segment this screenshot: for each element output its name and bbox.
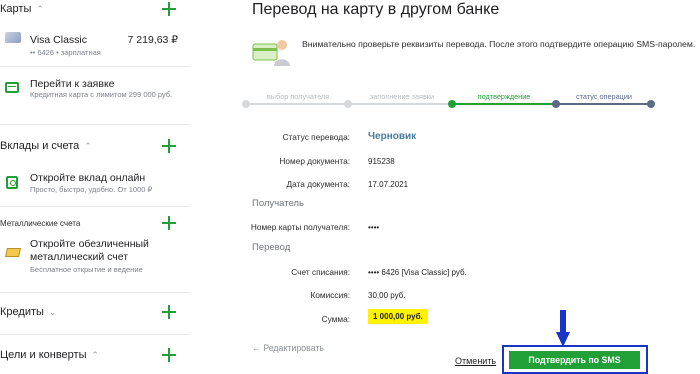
card-name: Visa Classic [30,34,87,46]
credit-card-icon [5,82,19,93]
confirm-sms-button[interactable]: Подтвердить по SMS [509,351,640,369]
fee-label: Комиссия: [310,290,350,300]
confirm-annotation-frame: Подтвердить по SMS [502,345,648,374]
apply-subtitle: Кредитная карта с лимитом 299 000 руб. [30,90,173,99]
chevron-up-icon: ⌃ [36,3,44,14]
step-label-3: подтверждение [477,92,531,101]
divider [0,292,190,293]
step-dot [242,100,250,108]
gold-bar-icon [5,248,21,257]
recipient-section-title: Получатель [252,198,304,209]
add-deposit-plus-icon[interactable] [162,139,176,153]
cancel-link[interactable]: Отменить [455,356,496,366]
credits-title: Кредиты [0,306,44,318]
main-panel: Перевод на карту в другом банке Внимател… [190,0,700,374]
doc-date-value: 17.07.2021 [368,180,409,189]
transfer-section-title: Перевод [252,242,291,253]
step-line-current [452,103,556,105]
open-deposit-item[interactable]: Откройте вклад онлайн Просто, быстро, уд… [0,166,190,200]
card-balance: 7 219,63 ₽ [127,34,178,46]
fee-value: 30,00 руб. [368,291,406,300]
add-card-plus-icon[interactable] [162,2,176,16]
debit-account-value: •••• 6426 [Visa Classic] руб. [368,268,467,277]
card-number-label: Номер карты получателя: [250,222,350,232]
page-title: Перевод на карту в другом банке [252,1,500,18]
step-line-next [556,103,652,105]
deposit-icon [6,176,18,189]
add-goal-plus-icon[interactable] [162,348,176,362]
divider [0,124,190,125]
step-label-1: выбор получателя [266,92,330,101]
step-dot [344,100,352,108]
deposit-subtitle: Просто, быстро, удобно. От 1000 ₽ [30,185,153,194]
card-item-visa-classic[interactable]: Visa Classic •• 6426 • зарплатная 7 219,… [0,26,190,62]
step-label-2: заполнение заявки [369,92,435,101]
sum-value: 1 000,00 руб. [368,309,428,324]
sidebar: Карты ⌃ Visa Classic •• 6426 • зарплатна… [0,0,190,374]
doc-date-label: Дата документа: [286,179,350,189]
chevron-up-icon: ⌃ [84,140,92,151]
verification-notice: Внимательно проверьте реквизиты перевода… [302,39,696,49]
step-dot [552,100,560,108]
divider [0,66,190,67]
deposits-title: Вклады и счета [0,140,80,152]
step-dot-active [448,100,456,108]
annotation-arrow-down-icon [556,310,570,347]
doc-number-value: 915238 [368,157,395,166]
metal-title-line1: Откройте обезличенный [30,238,149,250]
cards-title: Карты [0,3,32,15]
progress-steps: выбор получателя заполнение заявки подтв… [242,92,655,112]
chevron-down-icon: ⌄ [48,306,57,317]
card-transfer-illustration [252,40,290,66]
status-value[interactable]: Черновик [368,131,416,142]
sum-label: Сумма: [321,314,350,324]
status-label: Статус перевода: [282,132,350,142]
open-metal-account-item[interactable]: Откройте обезличенный металлический счет… [0,236,190,280]
card-number-value: •••• [368,223,380,232]
divider [0,206,190,207]
debit-account-label: Счет списания: [291,267,350,277]
step-dot [647,100,655,108]
metal-subtitle: Бесплатное открытие и ведение [30,265,143,274]
goals-title: Цели и конверты [0,349,87,361]
metal-title-line2: металлический счет [30,251,129,263]
divider [0,334,190,335]
deposit-title: Откройте вклад онлайн [30,172,146,184]
chevron-up-icon: ⌃ [91,349,100,360]
add-credit-plus-icon[interactable] [162,305,176,319]
card-icon [5,32,21,43]
doc-number-label: Номер документа: [279,156,350,166]
metals-title: Металлические счета [0,218,81,228]
add-metal-account-plus-icon[interactable] [162,216,176,230]
edit-link[interactable]: ← Редактировать [252,343,324,353]
apply-credit-card-item[interactable]: Перейти к заявке Кредитная карта с лимит… [0,70,190,120]
step-label-4: статус операции [576,92,632,101]
card-meta: •• 6426 • зарплатная [30,48,101,57]
